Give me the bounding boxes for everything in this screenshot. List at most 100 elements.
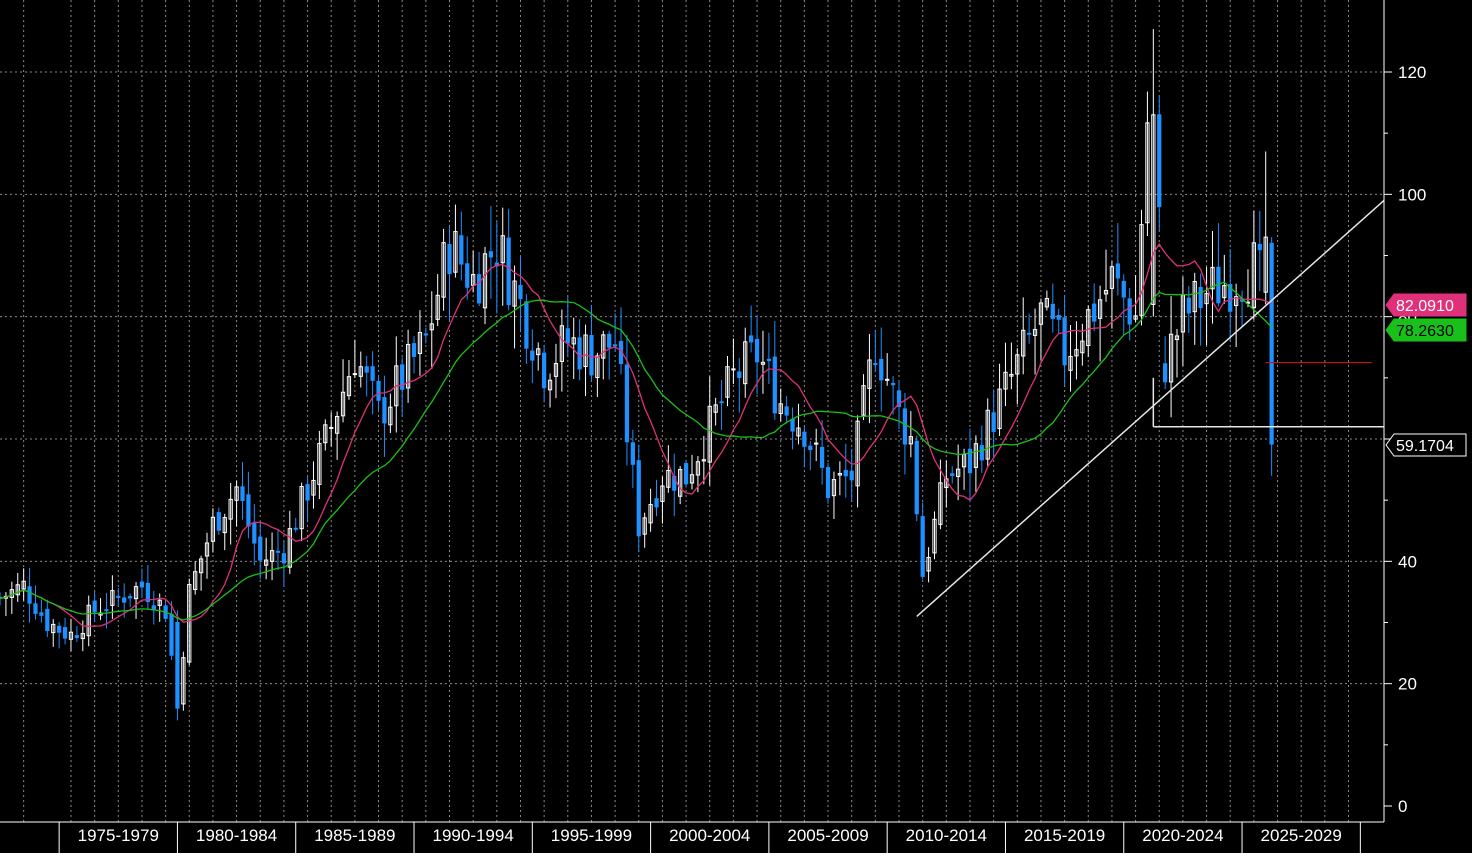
candle-body [1050,303,1055,320]
candle-body [890,382,896,386]
candle-body [104,609,109,612]
candle-body [92,600,97,613]
candle-body [411,343,417,357]
candle-body [293,527,298,530]
candle-body [476,274,482,304]
candle-body [488,251,494,258]
x-tick-label: 1985-1989 [314,826,395,845]
candle-body [731,368,736,371]
candle-body [1056,314,1061,320]
candle-body [654,498,659,508]
candle-body [808,445,813,451]
candle-body [27,586,32,604]
candle-body [423,333,428,336]
y-tick-label: 40 [1398,552,1417,571]
candle-body [754,338,760,363]
candle-body [275,550,281,553]
candle-body [376,380,381,401]
candle-body [39,612,44,616]
candle-body [33,603,38,614]
candle-body [683,462,689,485]
candle-body [122,597,127,603]
candle-body [1257,243,1262,251]
y-tick-label: 120 [1398,63,1426,82]
candle-body [246,494,251,527]
candle-body [790,418,795,432]
candle-body [281,553,287,564]
candle-body [447,243,452,275]
candle-body [57,625,62,633]
candle-body [737,371,742,379]
candle-body [518,284,523,300]
candle-body [1127,298,1132,325]
candle-body [329,426,334,429]
candle-body [524,301,529,349]
y-tick-label: 100 [1398,185,1426,204]
candle-body [1186,297,1191,314]
candle-body [873,363,878,366]
candle-body [542,352,547,389]
candle-body [902,408,908,445]
candle-body [506,237,511,306]
x-tick-label: 2010-2014 [906,826,987,845]
price-tag: 82.0910 [1385,293,1467,317]
candle-body [1115,263,1120,279]
candle-body [1198,286,1203,309]
price-tag-label: 59.1704 [1396,438,1454,455]
candle-body [240,486,245,501]
candle-body [920,516,925,577]
x-tick-label: 1995-1999 [551,826,632,845]
candle-body [1269,242,1274,445]
x-tick-label: 1975-1979 [78,826,159,845]
candle-body [252,523,257,544]
candle-body [364,366,369,373]
candle-body [577,337,582,370]
candle-body [530,350,535,361]
candle-body [607,333,612,348]
y-tick-label: 0 [1398,797,1407,816]
candle-body [1121,280,1126,298]
x-tick-label: 2025-2029 [1261,826,1342,845]
candle-body [74,635,80,639]
candle-body [169,613,174,656]
x-tick-label: 2015-2019 [1024,826,1105,845]
candle-body [766,358,772,362]
candle-body [1157,114,1162,208]
candle-body [624,364,630,443]
candle-body [145,582,150,603]
candle-body [382,397,387,424]
candle-body [565,328,570,344]
candle-body [1027,332,1032,335]
price-tag-label: 82.0910 [1396,298,1454,315]
candle-body [116,595,121,598]
candle-body [62,627,68,639]
price-chart: 0204060801001201975-19791980-19841985-19… [0,0,1472,853]
candle-body [636,460,641,537]
price-tag-label: 78.2630 [1396,323,1454,340]
candle-body [630,442,635,465]
candle-body [814,442,819,445]
candle-body [950,473,955,476]
candle-body [1163,363,1168,383]
candle-body [719,401,724,404]
price-tag: 78.2630 [1385,318,1467,342]
candle-body [749,335,754,343]
x-tick-label: 1980-1984 [196,826,277,845]
candle-body [849,470,854,481]
x-tick-label: 2000-2004 [669,826,750,845]
candle-body [370,366,375,381]
candle-body [1092,303,1097,322]
candle-body [879,358,884,381]
candle-body [45,608,50,632]
candle-body [258,536,263,561]
candle-body [352,373,357,376]
candle-body [819,446,825,468]
candle-body [175,622,180,709]
candle-body [589,335,594,376]
x-tick-label: 1990-1994 [433,826,514,845]
candle-body [843,469,848,477]
candle-body [772,356,777,414]
candle-body [216,512,221,531]
candle-body [139,581,145,588]
price-tag: 59.1704 [1385,433,1467,457]
